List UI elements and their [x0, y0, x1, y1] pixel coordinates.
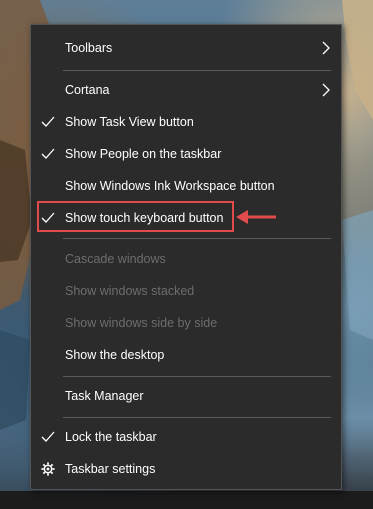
menu-separator	[63, 376, 331, 377]
menu-item-label: Cascade windows	[65, 252, 166, 266]
menu-item-show-ink-workspace[interactable]: Show Windows Ink Workspace button	[31, 171, 341, 201]
menu-item-label: Lock the taskbar	[65, 430, 157, 444]
chevron-right-icon	[322, 83, 330, 97]
menu-item-cascade-windows: Cascade windows	[31, 244, 341, 274]
menu-item-taskbar-settings[interactable]: Taskbar settings	[31, 454, 341, 484]
menu-item-label: Show the desktop	[65, 348, 165, 362]
menu-item-show-people[interactable]: Show People on the taskbar	[31, 139, 341, 169]
menu-item-show-desktop[interactable]: Show the desktop	[31, 340, 341, 370]
arrow-left-icon	[236, 210, 276, 224]
checkmark-icon	[41, 116, 55, 127]
menu-item-label: Taskbar settings	[65, 462, 156, 476]
menu-item-task-manager[interactable]: Task Manager	[31, 381, 341, 411]
gear-icon	[41, 462, 55, 476]
menu-item-show-windows-side-by-side: Show windows side by side	[31, 308, 341, 338]
menu-item-label: Show windows stacked	[65, 284, 195, 298]
menu-item-show-windows-stacked: Show windows stacked	[31, 276, 341, 306]
taskbar[interactable]	[0, 491, 373, 509]
menu-item-label: Cortana	[65, 83, 110, 97]
menu-item-label: Toolbars	[65, 41, 113, 55]
chevron-right-icon	[322, 41, 330, 55]
menu-item-label: Show Task View button	[65, 115, 194, 129]
menu-item-lock-taskbar[interactable]: Lock the taskbar	[31, 422, 341, 452]
menu-item-label: Task Manager	[65, 389, 144, 403]
menu-item-label: Show Windows Ink Workspace button	[65, 179, 275, 193]
menu-item-show-task-view-button[interactable]: Show Task View button	[31, 107, 341, 137]
menu-item-label: Show windows side by side	[65, 316, 218, 330]
checkmark-icon	[41, 431, 55, 442]
taskbar-context-menu: Toolbars Cortana Show Task View button S…	[30, 24, 342, 490]
menu-item-label: Show People on the taskbar	[65, 147, 222, 161]
menu-separator	[63, 417, 331, 418]
menu-item-cortana[interactable]: Cortana	[31, 75, 341, 105]
menu-separator	[63, 238, 331, 239]
highlight-box	[37, 201, 234, 232]
menu-item-toolbars[interactable]: Toolbars	[31, 33, 341, 63]
checkmark-icon	[41, 148, 55, 159]
menu-separator	[63, 70, 331, 71]
